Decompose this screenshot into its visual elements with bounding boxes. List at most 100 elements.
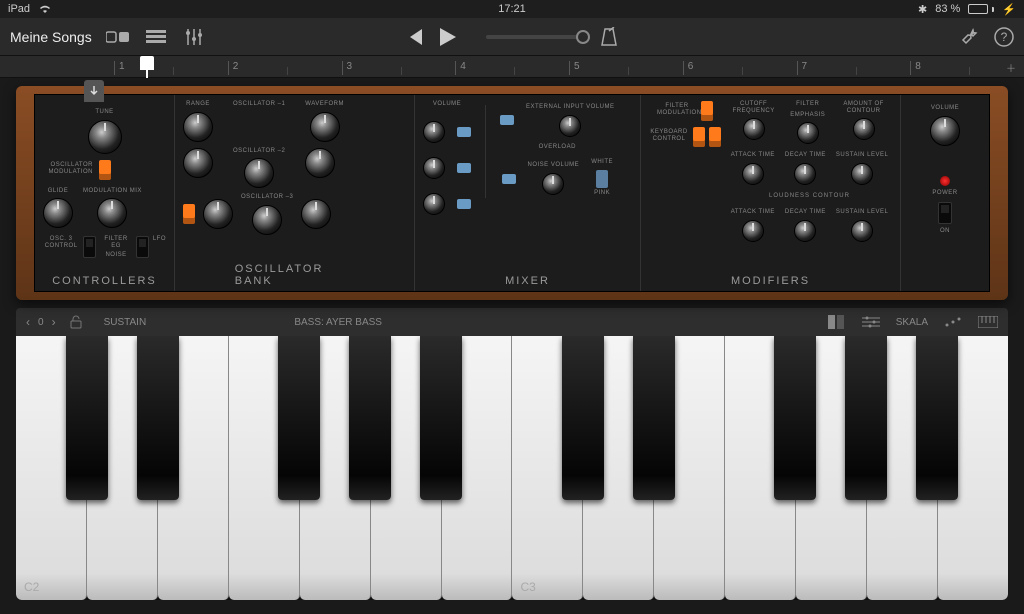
- osc3-wave-knob[interactable]: [301, 199, 331, 229]
- browser-view-icon[interactable]: [106, 25, 130, 49]
- osc2-freq-knob[interactable]: [244, 158, 274, 188]
- black-key[interactable]: [633, 336, 675, 500]
- black-key[interactable]: [562, 336, 604, 500]
- rewind-button[interactable]: [406, 29, 424, 45]
- scale-label[interactable]: SKALA: [896, 317, 928, 328]
- osc2-vol-knob[interactable]: [423, 157, 445, 179]
- charging-icon: ⚡: [1002, 3, 1016, 16]
- sustain-button[interactable]: SUSTAIN: [96, 315, 155, 330]
- bluetooth-icon: ✱: [918, 3, 927, 16]
- filter-sustain-knob[interactable]: [851, 163, 873, 185]
- section-title: MODIFIERS: [731, 275, 810, 287]
- filter-decay-knob[interactable]: [794, 163, 816, 185]
- ext-vol-knob[interactable]: [559, 115, 581, 137]
- ext-on-switch[interactable]: [500, 115, 514, 125]
- noise-on-switch[interactable]: [502, 174, 516, 184]
- osc-modulation-switch[interactable]: [99, 160, 111, 180]
- osc1-range-knob[interactable]: [183, 112, 213, 142]
- amp-decay-knob[interactable]: [794, 220, 816, 242]
- lock-icon[interactable]: [70, 315, 82, 329]
- battery-percent: 83 %: [935, 3, 960, 15]
- section-oscillator: RANGE OSCILLATOR –1FREQUENCY WAVEFORM OS…: [175, 95, 415, 291]
- bar-marker: 3: [342, 61, 456, 75]
- amp-attack-knob[interactable]: [742, 220, 764, 242]
- metronome-button[interactable]: [600, 27, 618, 47]
- keyboard-toolbar: ‹ 0 › SUSTAIN BASS: AYER BASS SKALA: [16, 308, 1008, 336]
- noise-lfo-switch[interactable]: [136, 236, 149, 258]
- glide-knob[interactable]: [43, 198, 73, 228]
- osc1-vol-knob[interactable]: [423, 121, 445, 143]
- keyboard-controls-icon[interactable]: [862, 316, 880, 328]
- black-key[interactable]: [137, 336, 179, 500]
- my-songs-button[interactable]: Meine Songs: [10, 29, 92, 45]
- tune-knob[interactable]: [88, 120, 122, 154]
- noise-color-switch[interactable]: [596, 170, 608, 188]
- bar-marker: 1: [114, 61, 228, 75]
- synth-panel: TUNE OSCILLATOR MODULATION GLIDE MODULAT…: [16, 86, 1008, 300]
- clock: 17:21: [498, 3, 526, 15]
- black-key[interactable]: [66, 336, 108, 500]
- add-section-button[interactable]: ＋: [1006, 60, 1016, 75]
- black-key[interactable]: [278, 336, 320, 500]
- bar-marker: 2: [228, 61, 342, 75]
- piano-keyboard: C2 C3: [16, 336, 1008, 600]
- power-led: [940, 176, 950, 186]
- emphasis-knob[interactable]: [797, 122, 819, 144]
- black-key[interactable]: [916, 336, 958, 500]
- section-title: CONTROLLERS: [52, 275, 157, 287]
- osc3-vol-knob[interactable]: [423, 193, 445, 215]
- play-button[interactable]: [440, 28, 456, 46]
- osc3-control-switch[interactable]: [83, 236, 96, 258]
- osc1-on-switch[interactable]: [457, 127, 471, 137]
- black-key[interactable]: [845, 336, 887, 500]
- section-mixer: VOLUME EXTERNAL INPUT VOLUME OVERLOAD NO…: [415, 95, 641, 291]
- kbd-ctrl-switch1[interactable]: [693, 127, 705, 147]
- black-key[interactable]: [774, 336, 816, 500]
- battery-icon: [968, 4, 994, 14]
- black-key[interactable]: [420, 336, 462, 500]
- master-volume-slider[interactable]: [486, 35, 586, 39]
- collapse-panel-button[interactable]: [84, 80, 104, 102]
- filter-mod-switch[interactable]: [701, 101, 713, 121]
- octave-down-button[interactable]: ‹: [26, 315, 30, 329]
- section-modifiers: FILTER MODULATION KEYBOARD CONTROL CUTOF…: [641, 95, 901, 291]
- ios-status-bar: iPad 17:21 ✱ 83 % ⚡: [0, 0, 1024, 18]
- osc3-freq-knob[interactable]: [252, 205, 282, 235]
- osc2-range-knob[interactable]: [183, 148, 213, 178]
- main-toolbar: Meine Songs ?: [0, 18, 1024, 56]
- bar-marker: 7: [797, 61, 911, 75]
- osc3-on-switch[interactable]: [457, 199, 471, 209]
- settings-wrench-icon[interactable]: [960, 27, 980, 47]
- noise-vol-knob[interactable]: [542, 173, 564, 195]
- contour-amt-knob[interactable]: [853, 118, 875, 140]
- osc1-wave-knob[interactable]: [310, 112, 340, 142]
- wifi-icon: [38, 4, 52, 14]
- keyboard-layout-icon[interactable]: [978, 316, 998, 328]
- mixer-view-icon[interactable]: [182, 25, 206, 49]
- cutoff-knob[interactable]: [743, 118, 765, 140]
- arpeggiator-icon[interactable]: [944, 317, 962, 327]
- power-switch[interactable]: [938, 202, 952, 224]
- section-output: VOLUME POWER ON: [901, 95, 989, 291]
- tracks-view-icon[interactable]: [144, 25, 168, 49]
- osc2-on-switch[interactable]: [457, 163, 471, 173]
- bar-marker: 6: [683, 61, 797, 75]
- device-label: iPad: [8, 3, 30, 15]
- modmix-knob[interactable]: [97, 198, 127, 228]
- timeline-ruler[interactable]: 1 2 3 4 5 6 7 8 ＋: [0, 56, 1024, 78]
- section-controllers: TUNE OSCILLATOR MODULATION GLIDE MODULAT…: [35, 95, 175, 291]
- osc3-range-knob[interactable]: [203, 199, 233, 229]
- filter-attack-knob[interactable]: [742, 163, 764, 185]
- glissando-icon[interactable]: [828, 315, 846, 329]
- octave-up-button[interactable]: ›: [52, 315, 56, 329]
- octave-value: 0: [38, 317, 44, 328]
- bar-marker: 4: [455, 61, 569, 75]
- kbd-ctrl-switch2[interactable]: [709, 127, 721, 147]
- main-volume-knob[interactable]: [930, 116, 960, 146]
- osc3-switch[interactable]: [183, 204, 195, 224]
- amp-sustain-knob[interactable]: [851, 220, 873, 242]
- preset-name[interactable]: BASS: AYER BASS: [228, 317, 448, 328]
- help-button[interactable]: ?: [994, 27, 1014, 47]
- osc2-wave-knob[interactable]: [305, 148, 335, 178]
- black-key[interactable]: [349, 336, 391, 500]
